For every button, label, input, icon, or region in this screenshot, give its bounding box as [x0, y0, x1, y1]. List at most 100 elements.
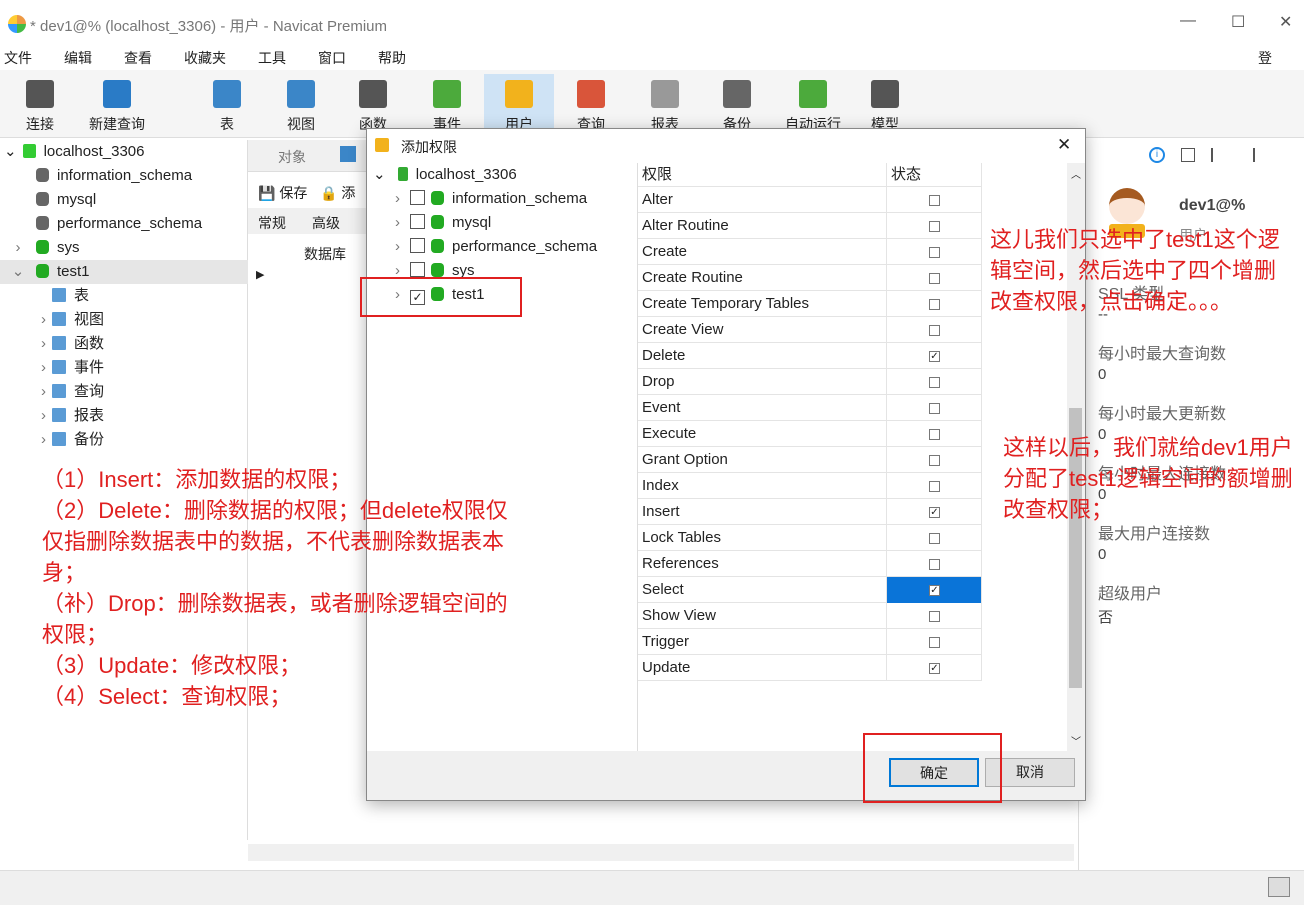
- privilege-state-cell[interactable]: [886, 629, 982, 655]
- tree-db-performance_schema[interactable]: performance_schema: [0, 212, 248, 236]
- toolbar-table-button[interactable]: 表: [192, 74, 262, 136]
- toolbar-event-button[interactable]: 事件: [412, 74, 482, 136]
- menu-edit[interactable]: 编辑: [64, 48, 92, 68]
- privilege-state-cell[interactable]: [886, 187, 982, 213]
- db-checkbox[interactable]: [410, 214, 425, 229]
- privilege-checkbox[interactable]: [929, 273, 940, 284]
- privilege-row[interactable]: Lock Tables: [638, 525, 982, 551]
- privilege-state-cell[interactable]: [886, 603, 982, 629]
- expand-arrow-icon[interactable]: ›: [0, 380, 52, 404]
- privilege-checkbox[interactable]: [929, 455, 940, 466]
- privilege-checkbox[interactable]: [929, 221, 940, 232]
- privilege-checkbox[interactable]: ✓: [929, 585, 940, 596]
- privilege-state-cell[interactable]: [886, 265, 982, 291]
- privilege-checkbox[interactable]: ✓: [929, 351, 940, 362]
- toolbar-new-query-button[interactable]: 新建查询: [82, 74, 152, 136]
- privilege-row[interactable]: Trigger: [638, 629, 982, 655]
- privilege-state-cell[interactable]: ✓: [886, 499, 982, 525]
- privilege-checkbox[interactable]: [929, 403, 940, 414]
- privilege-checkbox[interactable]: [929, 299, 940, 310]
- privilege-row[interactable]: Delete ✓: [638, 343, 982, 369]
- expand-arrow-icon[interactable]: ›: [0, 356, 52, 380]
- tree-connection[interactable]: ⌄ localhost_3306: [0, 140, 248, 164]
- layout-toggle-icon[interactable]: [1268, 877, 1290, 897]
- tab-advanced[interactable]: 高级: [312, 213, 340, 233]
- privilege-row[interactable]: References: [638, 551, 982, 577]
- privilege-row[interactable]: Execute: [638, 421, 982, 447]
- privilege-row[interactable]: Index: [638, 473, 982, 499]
- maximize-button[interactable]: ☐: [1231, 12, 1245, 32]
- privilege-row[interactable]: Update ✓: [638, 655, 982, 681]
- privilege-state-cell[interactable]: [886, 473, 982, 499]
- expand-arrow-icon[interactable]: ›: [395, 214, 400, 231]
- privilege-row[interactable]: Create Temporary Tables: [638, 291, 982, 317]
- privilege-state-cell[interactable]: [886, 525, 982, 551]
- tree-db-mysql[interactable]: mysql: [0, 188, 248, 212]
- dialog-tree-connection[interactable]: ⌄ localhost_3306: [373, 163, 517, 187]
- tab-objects[interactable]: 对象: [278, 147, 306, 167]
- privilege-checkbox[interactable]: [929, 377, 940, 388]
- minimize-button[interactable]: —: [1180, 12, 1196, 30]
- privilege-checkbox[interactable]: ✓: [929, 663, 940, 674]
- privilege-state-cell[interactable]: [886, 369, 982, 395]
- privilege-row[interactable]: Grant Option: [638, 447, 982, 473]
- toolbar-model-button[interactable]: 模型: [850, 74, 920, 136]
- toolbar-report-button[interactable]: 报表: [630, 74, 700, 136]
- db-checkbox[interactable]: [410, 262, 425, 277]
- tree-node-2[interactable]: › 函数: [0, 332, 248, 356]
- privilege-row[interactable]: Select ✓: [638, 577, 982, 603]
- privilege-row[interactable]: Alter Routine: [638, 213, 982, 239]
- menu-view[interactable]: 查看: [124, 48, 152, 68]
- dialog-tree-db-mysql[interactable]: › mysql: [395, 211, 491, 235]
- save-button[interactable]: 💾 保存: [258, 183, 307, 203]
- dialog-tree-db-information_schema[interactable]: › information_schema: [395, 187, 587, 211]
- expand-arrow-icon[interactable]: ›: [0, 428, 52, 452]
- tree-node-1[interactable]: › 视图: [0, 308, 248, 332]
- menu-tools[interactable]: 工具: [258, 48, 286, 68]
- ddl-icon[interactable]: [1181, 148, 1195, 162]
- privilege-state-cell[interactable]: [886, 213, 982, 239]
- tree-node-4[interactable]: › 查询: [0, 380, 248, 404]
- tree-db-sys[interactable]: › sys: [0, 236, 248, 260]
- expand-arrow-icon[interactable]: ›: [395, 238, 400, 255]
- privilege-row[interactable]: Create: [638, 239, 982, 265]
- privilege-row[interactable]: Show View: [638, 603, 982, 629]
- privilege-state-cell[interactable]: [886, 239, 982, 265]
- privilege-checkbox[interactable]: [929, 559, 940, 570]
- privilege-checkbox[interactable]: [929, 637, 940, 648]
- menu-window[interactable]: 窗口: [318, 48, 346, 68]
- menu-file[interactable]: 文件: [4, 48, 32, 68]
- privilege-checkbox[interactable]: [929, 325, 940, 336]
- toolbar-view-button[interactable]: 视图: [266, 74, 336, 136]
- menu-help[interactable]: 帮助: [378, 48, 406, 68]
- expand-arrow-icon[interactable]: ›: [395, 190, 400, 207]
- toolbar-connect-button[interactable]: 连接: [5, 74, 75, 136]
- dialog-tree-db-performance_schema[interactable]: › performance_schema: [395, 235, 597, 259]
- privilege-row[interactable]: Create Routine: [638, 265, 982, 291]
- privilege-row[interactable]: Event: [638, 395, 982, 421]
- privilege-row[interactable]: Alter: [638, 187, 982, 213]
- tab-general[interactable]: 常规: [258, 213, 286, 233]
- privilege-state-cell[interactable]: ✓: [886, 343, 982, 369]
- privilege-checkbox[interactable]: [929, 533, 940, 544]
- expand-arrow-icon[interactable]: ›: [0, 236, 36, 260]
- horizontal-scrollbar[interactable]: [248, 844, 1074, 861]
- dialog-close-button[interactable]: ✕: [1057, 135, 1071, 155]
- tree-node-5[interactable]: › 报表: [0, 404, 248, 428]
- close-button[interactable]: ✕: [1279, 12, 1292, 32]
- toolbar-query-button[interactable]: 查询: [556, 74, 626, 136]
- db-checkbox[interactable]: [410, 190, 425, 205]
- tree-node-0[interactable]: 表: [0, 284, 248, 308]
- privilege-row[interactable]: Drop: [638, 369, 982, 395]
- tree-node-6[interactable]: › 备份: [0, 428, 248, 452]
- toolbar-backup-button[interactable]: 备份: [702, 74, 772, 136]
- privilege-row[interactable]: Create View: [638, 317, 982, 343]
- privilege-row[interactable]: Insert ✓: [638, 499, 982, 525]
- privilege-checkbox[interactable]: [929, 611, 940, 622]
- expand-arrow-icon[interactable]: ⌄: [0, 260, 36, 284]
- tree-node-3[interactable]: › 事件: [0, 356, 248, 380]
- privilege-checkbox[interactable]: [929, 247, 940, 258]
- tree-db-test1[interactable]: ⌄ test1: [0, 260, 248, 284]
- privilege-checkbox[interactable]: [929, 195, 940, 206]
- privilege-state-cell[interactable]: [886, 395, 982, 421]
